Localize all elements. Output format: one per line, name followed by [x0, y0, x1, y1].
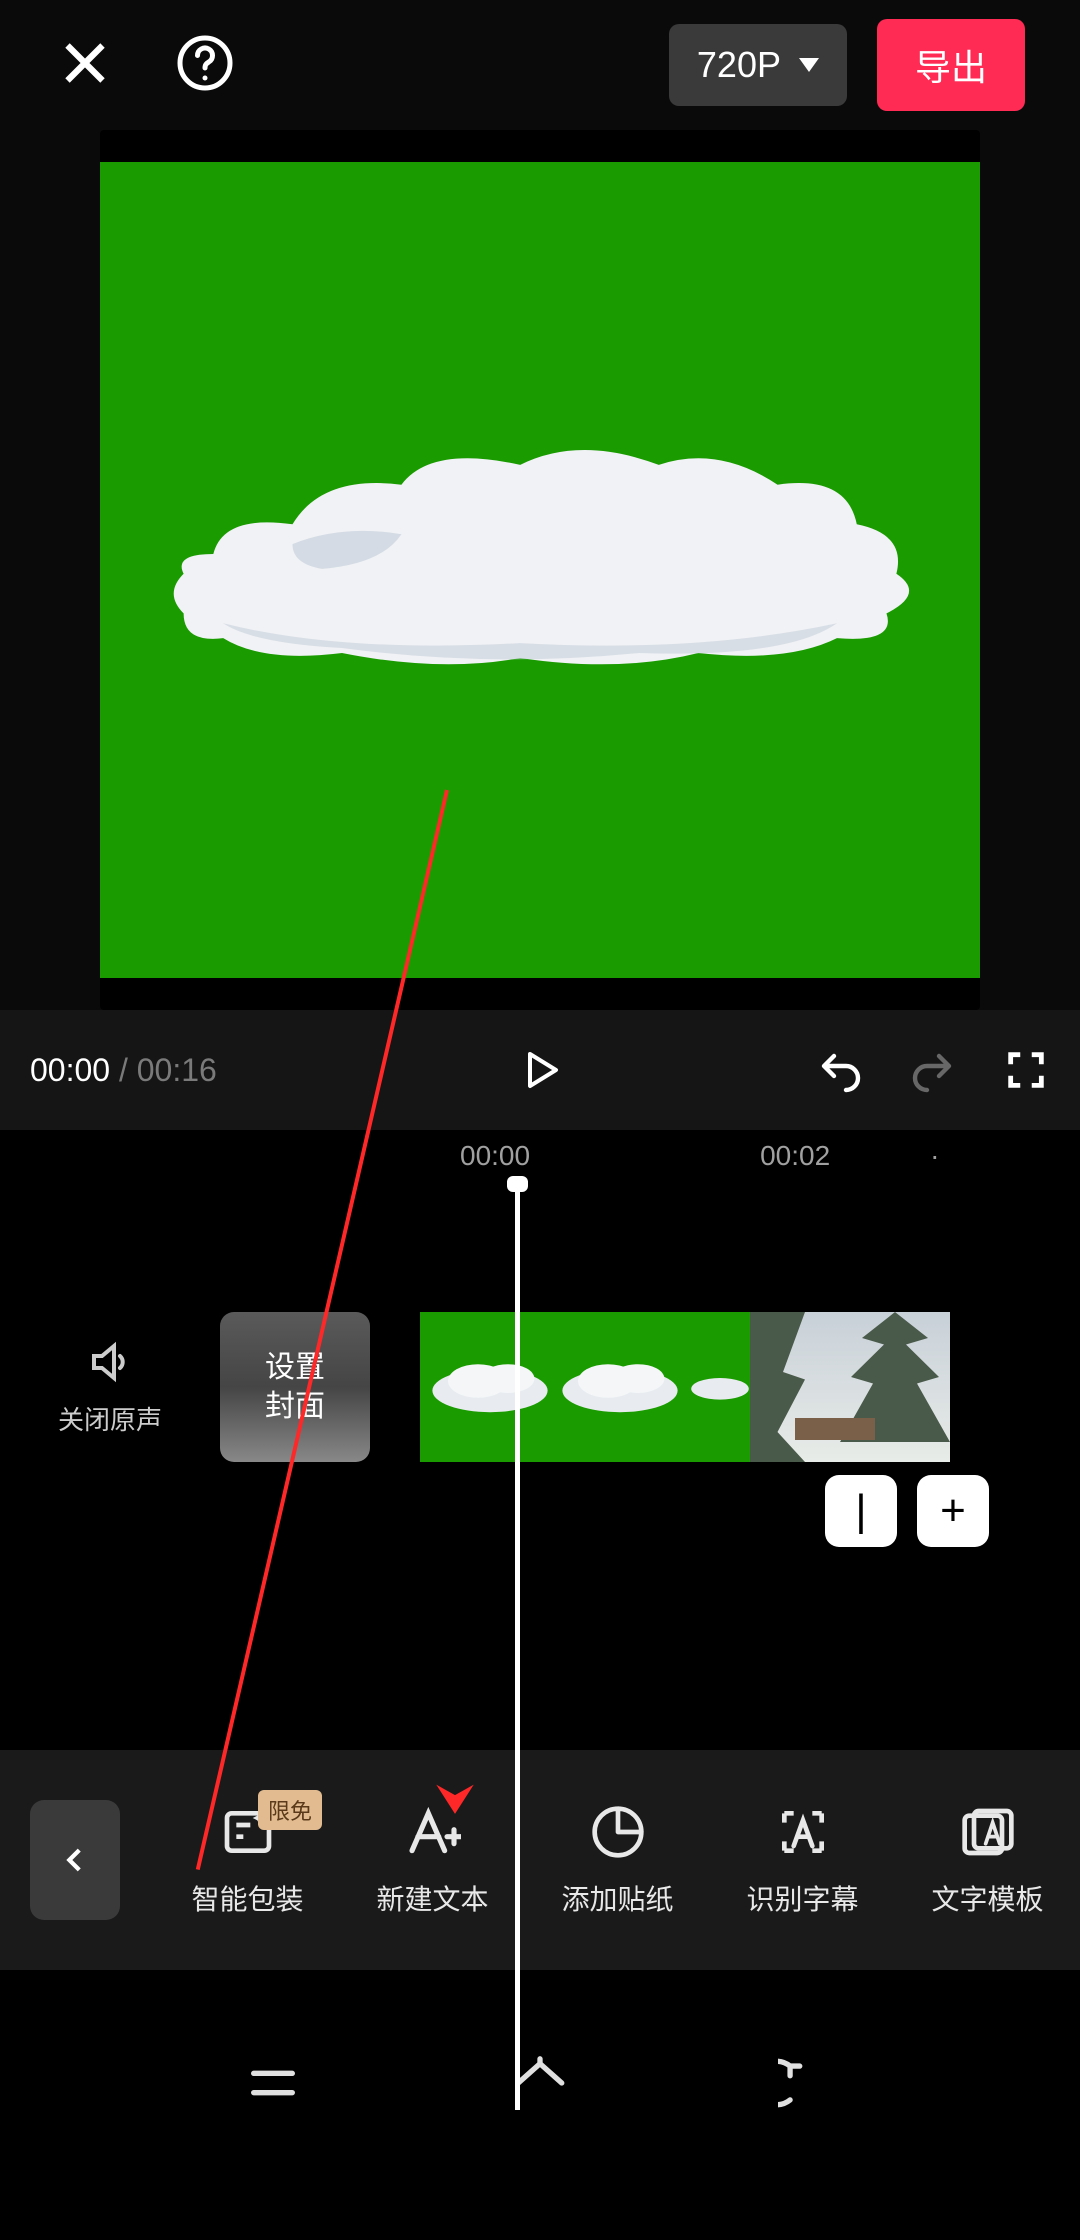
mute-label: 关闭原声 — [58, 1400, 162, 1437]
playback-bar: 00:00 / 00:16 — [0, 1010, 1080, 1130]
subtitle-icon — [773, 1802, 833, 1862]
tool-smart-package[interactable]: 限免 智能包装 — [155, 1802, 340, 1918]
bottom-toolbar: 限免 智能包装 新建文本 添加贴纸 识别字幕 文字模板 — [0, 1750, 1080, 1970]
clip-2[interactable] — [750, 1312, 950, 1462]
playhead[interactable] — [515, 1180, 520, 2110]
green-screen-bg — [100, 162, 980, 978]
cut-clip-button[interactable]: | — [825, 1475, 897, 1547]
video-preview[interactable] — [100, 130, 980, 1010]
resolution-button[interactable]: 720P — [669, 24, 847, 106]
tool-recognize-subtitles[interactable]: 识别字幕 — [710, 1802, 895, 1918]
system-nav-bar — [0, 2010, 1080, 2160]
top-bar: 720P 导出 — [0, 0, 1080, 130]
text-template-icon — [958, 1802, 1018, 1862]
undo-button[interactable] — [816, 1046, 864, 1094]
fullscreen-button[interactable] — [1002, 1046, 1050, 1094]
clip-1[interactable] — [420, 1312, 750, 1462]
tool-label: 文字模板 — [931, 1878, 1043, 1918]
tool-label: 识别字幕 — [746, 1878, 858, 1918]
tool-label: 智能包装 — [191, 1878, 303, 1918]
limited-free-badge: 限免 — [258, 1790, 322, 1830]
nav-back-icon[interactable] — [778, 2054, 836, 2117]
ruler-tick-1: 00:02 — [760, 1140, 830, 1172]
play-button[interactable] — [516, 1046, 564, 1094]
top-right: 720P 导出 — [669, 19, 1025, 111]
time-display: 00:00 / 00:16 — [30, 1052, 217, 1089]
top-left — [55, 33, 235, 98]
annotation-arrow-head — [430, 1768, 480, 1823]
nav-menu-icon[interactable] — [244, 2054, 302, 2117]
tool-text-template[interactable]: 文字模板 — [895, 1802, 1080, 1918]
clip-control-buttons: | + — [825, 1475, 989, 1547]
track-row: 关闭原声 设置 封面 — [0, 1182, 1080, 1462]
ruler-tick-0: 00:00 — [460, 1140, 530, 1172]
add-clip-button[interactable]: + — [917, 1475, 989, 1547]
ruler-dot: · — [930, 1140, 939, 1172]
back-button[interactable] — [30, 1800, 120, 1920]
cloud-graphic — [144, 415, 936, 692]
caret-down-icon — [799, 58, 819, 72]
tool-label: 添加贴纸 — [561, 1878, 673, 1918]
redo-button[interactable] — [909, 1046, 957, 1094]
tool-label: 新建文本 — [376, 1878, 488, 1918]
timeline-ruler[interactable]: 00:00 00:02 · — [0, 1140, 1080, 1182]
export-button[interactable]: 导出 — [877, 19, 1025, 111]
video-clips[interactable] — [420, 1312, 950, 1462]
help-icon[interactable] — [175, 33, 235, 98]
resolution-label: 720P — [697, 44, 781, 86]
total-time: 00:16 — [137, 1052, 217, 1088]
playback-right — [816, 1046, 1050, 1094]
tool-add-sticker[interactable]: 添加贴纸 — [525, 1802, 710, 1918]
mute-audio-button[interactable]: 关闭原声 — [0, 1338, 220, 1437]
sticker-icon — [588, 1802, 648, 1862]
close-icon[interactable] — [55, 33, 115, 98]
cover-line2: 封面 — [265, 1387, 325, 1426]
current-time: 00:00 — [30, 1052, 110, 1088]
